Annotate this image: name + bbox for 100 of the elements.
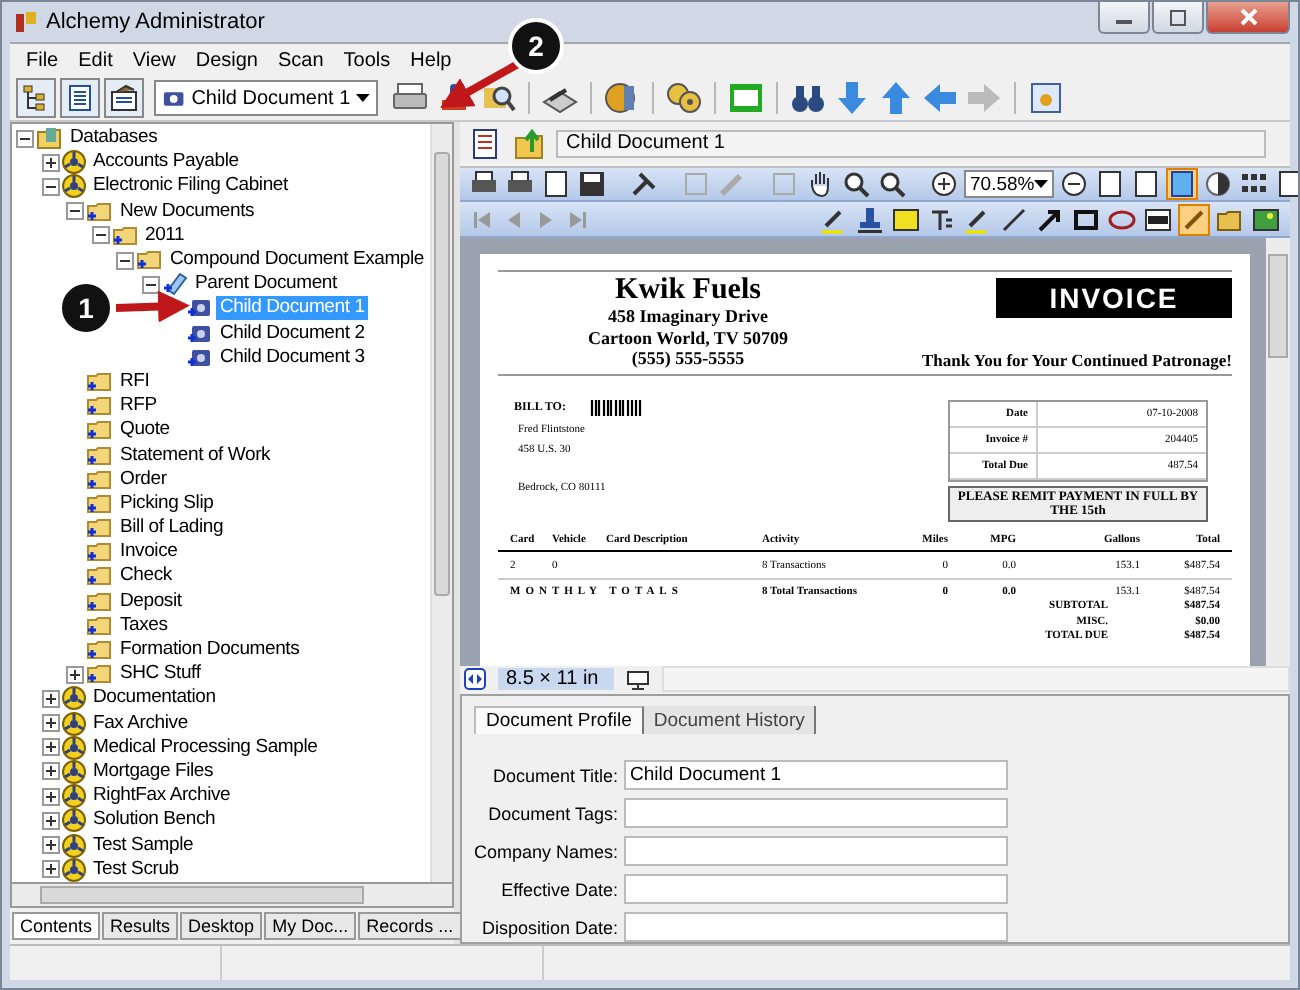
tree-item[interactable]: Statement of Work xyxy=(116,443,275,468)
tree-item[interactable]: Mortgage Files xyxy=(89,759,218,784)
tree-item[interactable]: Test Scrub xyxy=(89,857,183,882)
monitor-icon[interactable] xyxy=(626,669,651,689)
tree-item[interactable]: Taxes xyxy=(116,613,172,638)
menu-item[interactable]: Tools xyxy=(335,49,403,71)
tools-icon[interactable] xyxy=(630,170,658,199)
stamp-icon[interactable] xyxy=(856,205,884,234)
zoom-in-icon[interactable] xyxy=(842,170,870,199)
tree-item[interactable]: Picking Slip xyxy=(116,491,218,516)
tree-item[interactable]: RFP xyxy=(116,394,161,419)
tree-item[interactable]: RightFax Archive xyxy=(89,784,235,809)
globe-icon[interactable] xyxy=(604,80,640,116)
film-strip-icon[interactable] xyxy=(728,80,764,116)
tree-item[interactable]: Documentation xyxy=(89,686,220,711)
tree-item[interactable]: New Documents xyxy=(116,199,259,224)
tree-item[interactable]: Child Document 3 xyxy=(216,345,369,370)
page-icon[interactable] xyxy=(1096,170,1125,199)
note-icon[interactable] xyxy=(892,205,920,234)
discs-icon[interactable] xyxy=(666,80,702,116)
expander-icon[interactable] xyxy=(41,787,59,806)
menu-item[interactable]: Scan xyxy=(270,49,336,71)
pane-tab[interactable]: My Doc... xyxy=(264,912,357,940)
expander-icon[interactable] xyxy=(41,836,59,855)
menu-item[interactable]: Design xyxy=(187,49,270,71)
tree-item[interactable]: Quote xyxy=(116,418,174,443)
menu-item[interactable]: File xyxy=(18,49,71,71)
tree-item[interactable]: Databases xyxy=(66,126,162,151)
tree-item[interactable]: Accounts Payable xyxy=(89,150,243,175)
expander-icon[interactable] xyxy=(41,714,59,733)
document-view-button[interactable] xyxy=(60,78,100,118)
pages-icon[interactable] xyxy=(1276,170,1298,199)
tree-item[interactable]: Fax Archive xyxy=(89,711,192,736)
menu-item[interactable]: View xyxy=(124,49,188,71)
close-button[interactable] xyxy=(1206,2,1290,34)
tree-item[interactable]: Electronic Filing Cabinet xyxy=(89,174,292,199)
page-fit-icon[interactable] xyxy=(1132,170,1161,199)
redact-icon[interactable] xyxy=(1144,205,1172,234)
image-icon[interactable] xyxy=(1252,205,1280,234)
save-icon[interactable] xyxy=(578,170,606,199)
expander-icon[interactable] xyxy=(66,665,84,684)
card-view-button[interactable] xyxy=(104,78,144,118)
input-field[interactable]: Child Document 1 xyxy=(624,760,1008,790)
arrow-left-icon[interactable] xyxy=(922,80,958,116)
pencil-icon[interactable] xyxy=(964,205,992,234)
address-field[interactable]: Child Document 1 xyxy=(556,129,1266,158)
expander-icon[interactable] xyxy=(16,129,34,148)
pane-tab[interactable]: Desktop xyxy=(180,912,263,940)
vertical-scrollbar[interactable] xyxy=(430,124,452,882)
tree-item[interactable]: SHC Stuff xyxy=(116,662,205,687)
expander-icon[interactable] xyxy=(41,860,59,879)
tree-item[interactable]: Invoice xyxy=(116,540,182,565)
text-stamp-icon[interactable] xyxy=(928,205,956,234)
profile-tab[interactable]: Document Profile xyxy=(474,706,644,734)
hand-icon[interactable] xyxy=(806,170,834,199)
pane-tab[interactable]: Contents xyxy=(12,912,101,940)
contrast-icon[interactable] xyxy=(1204,170,1233,199)
folder-icon[interactable] xyxy=(1216,205,1244,234)
window-icon[interactable] xyxy=(1028,80,1064,116)
input-field[interactable] xyxy=(624,836,1008,866)
expander-icon[interactable] xyxy=(91,226,109,245)
vertical-scrollbar[interactable] xyxy=(1266,238,1290,666)
expander-icon[interactable] xyxy=(41,762,59,781)
zoom-out-icon[interactable] xyxy=(878,170,906,199)
tree-item[interactable]: Compound Document Example xyxy=(166,248,429,273)
ellipse-icon[interactable] xyxy=(1108,205,1136,234)
tree-item[interactable]: Order xyxy=(116,467,171,492)
page-nav-icon[interactable] xyxy=(464,668,486,690)
arrow-up-icon[interactable] xyxy=(878,80,914,116)
tree-item[interactable]: 2011 xyxy=(141,223,189,248)
document-dropdown[interactable]: Child Document 1 xyxy=(154,80,378,116)
expander-icon[interactable] xyxy=(66,202,84,221)
highlighter-icon[interactable] xyxy=(820,205,848,234)
tree-item[interactable]: Check xyxy=(116,564,176,589)
expander-icon[interactable] xyxy=(41,689,59,708)
page-width-icon[interactable] xyxy=(1168,170,1197,199)
menu-item[interactable]: Edit xyxy=(70,49,125,71)
binoculars-icon[interactable] xyxy=(790,80,826,116)
input-field[interactable] xyxy=(624,798,1008,828)
pane-tab[interactable]: Results xyxy=(102,912,179,940)
expander-icon[interactable] xyxy=(41,177,59,196)
tree-item[interactable]: Bill of Lading xyxy=(116,516,228,541)
plus-circle-icon[interactable] xyxy=(930,170,958,199)
tree-item[interactable]: Formation Documents xyxy=(116,638,304,663)
input-field[interactable] xyxy=(624,912,1008,942)
tree-item[interactable]: Solution Bench xyxy=(89,808,220,833)
expander-icon[interactable] xyxy=(141,275,159,294)
tree-item[interactable]: Child Document 2 xyxy=(216,321,369,346)
profile-tab[interactable]: Document History xyxy=(643,706,817,734)
expander-icon[interactable] xyxy=(41,738,59,757)
expander-icon[interactable] xyxy=(41,811,59,830)
menu-item[interactable]: Help xyxy=(402,49,464,71)
rectangle-icon[interactable] xyxy=(1072,205,1100,234)
tree-view-button[interactable] xyxy=(16,78,56,118)
line-icon[interactable] xyxy=(1000,205,1028,234)
tree-item[interactable]: Deposit xyxy=(116,589,186,614)
tree-item[interactable]: RFI xyxy=(116,369,154,394)
tree-item[interactable]: Test Sample xyxy=(89,833,198,858)
folder-up-icon[interactable] xyxy=(514,127,546,160)
maximize-button[interactable] xyxy=(1152,2,1204,34)
